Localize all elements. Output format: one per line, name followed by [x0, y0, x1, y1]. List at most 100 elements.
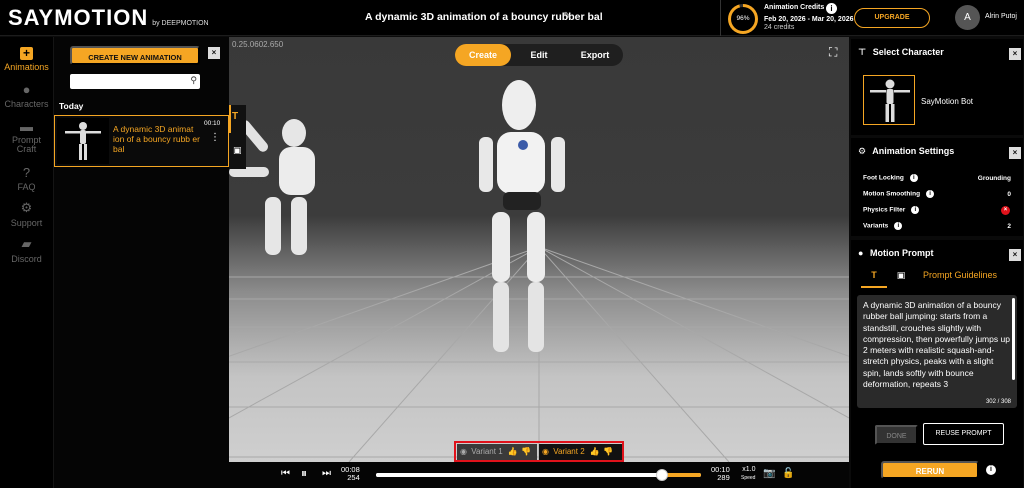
nav-support[interactable]: ⚙ Support — [0, 200, 53, 228]
eye-icon: ◉ — [460, 447, 467, 456]
question-icon: ? — [22, 165, 31, 180]
close-section-icon[interactable]: × — [1009, 249, 1021, 261]
section-title: Animation Settings — [872, 146, 955, 156]
nav-label: FAQ — [17, 182, 36, 192]
prompt-text: A dynamic 3D animation of a bouncy rubbe… — [863, 300, 1010, 390]
fullscreen-icon[interactable]: ⛶ — [829, 45, 837, 60]
variant-1-tab[interactable]: ◉ Variant 1 👍 👎 — [457, 444, 537, 460]
pause-icon[interactable]: ⏸ — [301, 466, 307, 481]
thumbs-down-icon[interactable]: 👎 — [521, 444, 531, 460]
thumbs-up-icon[interactable]: 👍 — [508, 444, 518, 460]
credits-info-icon[interactable]: i — [826, 3, 837, 14]
lock-icon[interactable]: 🔓 — [782, 468, 794, 479]
close-section-icon[interactable]: × — [1009, 147, 1021, 159]
scrubber-played — [376, 473, 662, 477]
animation-settings-title: ⚙ Animation Settings — [858, 146, 954, 157]
lightbulb-icon: ● — [858, 248, 864, 258]
animation-list-item[interactable]: A dynamic 3D animat ion of a bouncy rubb… — [54, 115, 229, 167]
physics-filter-off-icon[interactable]: × — [1001, 206, 1010, 215]
mode-tabs: Create Edit Export — [455, 44, 623, 66]
robot-character-ghost — [229, 119, 315, 255]
prompt-textarea[interactable]: A dynamic 3D animation of a bouncy rubbe… — [857, 295, 1017, 408]
create-new-animation-button[interactable]: CREATE NEW ANIMATION — [70, 46, 200, 65]
credits-title: Animation Credits — [764, 4, 825, 11]
username[interactable]: Alrin Putoj — [985, 13, 1017, 20]
eye-icon: ◉ — [542, 447, 549, 456]
info-icon[interactable]: i — [894, 222, 903, 230]
app-root: SAYMOTION by DEEPMOTION A dynamic 3D ani… — [0, 0, 1024, 488]
3d-viewport[interactable]: 0.25.0602.650 Create Edit Export ⛶ T ▣ ◉… — [229, 37, 849, 462]
text-prompt-icon[interactable]: T — [232, 111, 238, 122]
prompt-scrollbar[interactable] — [1012, 298, 1015, 380]
active-indicator — [229, 105, 231, 133]
saymotion-logo[interactable]: SAYMOTION by DEEPMOTION — [8, 5, 209, 31]
animation-item-duration: 00:10 — [204, 120, 221, 127]
timeline-scrubber[interactable] — [376, 469, 701, 481]
nav-characters[interactable]: ● Characters — [0, 82, 53, 109]
nav-animations[interactable]: + Animations — [0, 47, 53, 72]
setting-label-text: Motion Smoothing — [863, 190, 921, 198]
tab-edit[interactable]: Edit — [511, 44, 567, 66]
logo-text: SAYMOTION — [8, 5, 149, 30]
setting-foot-locking-value[interactable]: Grounding — [978, 175, 1011, 182]
animation-item-title: A dynamic 3D animat ion of a bouncy rubb… — [113, 124, 200, 154]
scrubber-handle[interactable] — [656, 469, 668, 481]
avatar[interactable]: A — [955, 5, 980, 30]
setting-variants-value[interactable]: 2 — [1007, 223, 1011, 230]
gear-icon: ⚙ — [20, 200, 33, 215]
speed-label: Speed — [741, 475, 756, 481]
nav-label: Characters — [4, 99, 49, 109]
credits-percent: 96% — [731, 7, 755, 31]
camera-icon[interactable]: 📷 — [763, 468, 775, 479]
variant-2-tab[interactable]: ◉ Variant 2 👍 👎 — [539, 444, 622, 460]
video-prompt-icon[interactable]: ▣ — [233, 145, 242, 156]
section-today: Today — [59, 101, 84, 111]
tab-export[interactable]: Export — [567, 44, 623, 66]
done-button[interactable]: DONE — [875, 425, 918, 445]
more-options-icon[interactable]: ⋮ — [210, 132, 220, 143]
info-icon[interactable]: i — [926, 190, 935, 198]
left-nav: + Animations ● Characters ▬ Prompt Craft… — [0, 37, 53, 488]
setting-motion-smoothing-value[interactable]: 0 — [1007, 191, 1011, 198]
skip-back-icon[interactable]: ⏮ — [281, 468, 290, 479]
prompt-side-toolbar: T ▣ — [229, 105, 246, 169]
credits-progress-ring: 96% — [728, 4, 758, 34]
divider — [720, 0, 721, 36]
thumbs-up-icon[interactable]: 👍 — [590, 444, 600, 460]
playback-speed[interactable]: x1.0 Speed — [741, 466, 755, 482]
motion-prompt-section: ● Motion Prompt × T ▣ Prompt Guidelines … — [851, 240, 1023, 488]
nav-faq[interactable]: ? FAQ — [0, 165, 53, 192]
rerun-button[interactable]: RERUN — [881, 461, 979, 479]
chat-icon: ▰ — [21, 236, 32, 251]
tab-create[interactable]: Create — [455, 44, 511, 66]
credits-count: 24 credits — [764, 24, 795, 31]
video-prompt-tab-icon[interactable]: ▣ — [891, 270, 911, 288]
plus-icon: + — [20, 47, 33, 60]
close-panel-icon[interactable]: × — [208, 47, 220, 59]
nav-prompt-craft[interactable]: ▬ Prompt Craft — [0, 119, 53, 154]
prompt-guidelines-link[interactable]: Prompt Guidelines — [923, 270, 997, 288]
animations-panel: CREATE NEW ANIMATION × ⚲ Today A dynamic… — [53, 37, 229, 488]
end-time: 00:10 289 — [711, 466, 730, 482]
motion-prompt-title: ● Motion Prompt — [858, 248, 933, 258]
info-icon[interactable]: i — [909, 174, 918, 182]
close-section-icon[interactable]: × — [1009, 48, 1021, 60]
nav-label: Discord — [11, 254, 42, 264]
search-input[interactable]: ⚲ — [70, 74, 200, 89]
animation-settings-section: ⚙ Animation Settings × Foot Locking i Gro… — [851, 138, 1023, 236]
top-bar: SAYMOTION by DEEPMOTION A dynamic 3D ani… — [0, 0, 1024, 36]
right-panel: ⊤ Select Character × SayMotion Bot ⚙ Ani… — [849, 37, 1024, 488]
character-thumbnail[interactable] — [863, 75, 915, 125]
skip-forward-icon[interactable]: ⏭ — [322, 468, 331, 479]
reuse-prompt-button[interactable]: REUSE PROMPT — [923, 423, 1004, 445]
text-prompt-tab-icon[interactable]: T — [861, 270, 887, 288]
info-icon[interactable]: i — [911, 206, 920, 214]
section-title: Select Character — [872, 47, 944, 57]
setting-foot-locking-label: Foot Locking i — [863, 174, 918, 182]
upgrade-button[interactable]: UPGRADE — [854, 8, 930, 28]
nav-discord[interactable]: ▰ Discord — [0, 236, 53, 264]
rerun-info-icon[interactable]: i — [986, 465, 996, 475]
thumbs-down-icon[interactable]: 👎 — [603, 444, 613, 460]
setting-label-text: Variants — [863, 222, 889, 230]
edit-title-pencil-icon[interactable]: ✎ — [563, 11, 571, 22]
